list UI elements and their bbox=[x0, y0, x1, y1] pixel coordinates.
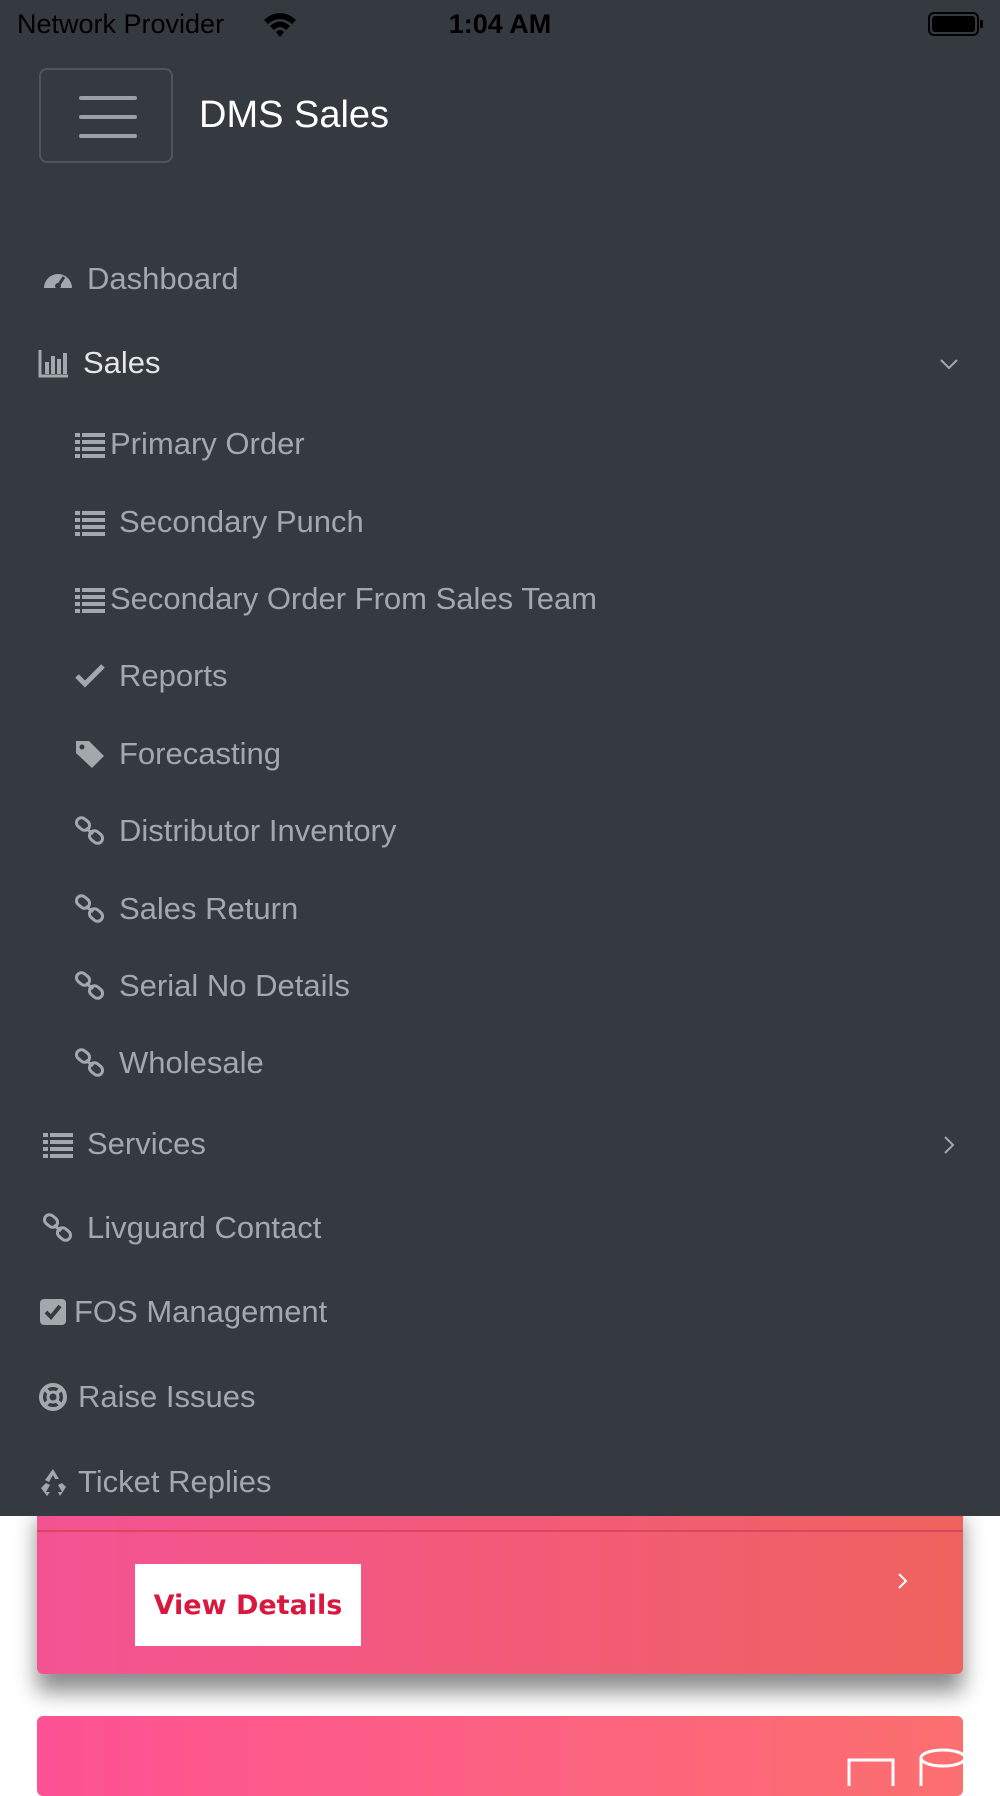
card-divider bbox=[37, 1530, 963, 1532]
nav-label: Reports bbox=[119, 658, 228, 693]
sub-item-sales-return[interactable]: Sales Return bbox=[0, 879, 1000, 939]
chevron-down-icon[interactable] bbox=[936, 351, 962, 377]
nav-label: Livguard Contact bbox=[87, 1210, 322, 1245]
nav-item-fos-management[interactable]: FOS Management bbox=[0, 1282, 1000, 1342]
checkbox-icon bbox=[40, 1299, 66, 1325]
nav-item-dashboard[interactable]: Dashboard bbox=[0, 249, 1000, 309]
sub-item-reports[interactable]: Reports bbox=[0, 646, 1000, 706]
nav-drawer: Network Provider 1:04 AM DMS Sales Dashb… bbox=[0, 0, 1000, 1516]
nav-label: FOS Management bbox=[74, 1294, 328, 1329]
nav-label: Serial No Details bbox=[119, 968, 350, 1003]
chevron-right-icon[interactable] bbox=[895, 1570, 911, 1592]
sub-item-primary-order[interactable]: Primary Order bbox=[0, 414, 1000, 474]
sub-item-wholesale[interactable]: Wholesale bbox=[0, 1033, 1000, 1093]
nav-label: Raise Issues bbox=[78, 1379, 256, 1414]
nav-label: Forecasting bbox=[119, 736, 281, 771]
sub-item-secondary-order-from-sales-team[interactable]: Secondary Order From Sales Team bbox=[0, 569, 1000, 629]
nav-label: Ticket Replies bbox=[78, 1464, 272, 1499]
nav-label: Wholesale bbox=[119, 1045, 264, 1080]
summary-card: View Details bbox=[37, 1500, 963, 1674]
nav-label: Sales bbox=[83, 345, 161, 380]
nav-label: Dashboard bbox=[87, 261, 239, 296]
sub-item-serial-no-details[interactable]: Serial No Details bbox=[0, 956, 1000, 1016]
link-icon bbox=[74, 894, 105, 923]
tag-icon bbox=[76, 741, 104, 768]
nav-item-ticket-replies[interactable]: Ticket Replies bbox=[0, 1452, 1000, 1512]
list-icon bbox=[75, 511, 105, 536]
list-icon bbox=[43, 1133, 73, 1158]
clock: 1:04 AM bbox=[448, 9, 552, 39]
battery-icon bbox=[928, 12, 983, 36]
nav-label: Primary Order bbox=[110, 426, 305, 461]
link-icon bbox=[74, 816, 105, 845]
list-icon bbox=[75, 433, 105, 458]
sub-item-distributor-inventory[interactable]: Distributor Inventory bbox=[0, 801, 1000, 861]
link-icon bbox=[74, 1048, 105, 1077]
dashboard-icon bbox=[44, 274, 72, 289]
bar-chart-icon bbox=[38, 350, 68, 378]
hamburger-line bbox=[79, 134, 137, 138]
recycle-icon bbox=[41, 1469, 66, 1496]
nav-label: Secondary Punch bbox=[119, 504, 364, 539]
view-details-button[interactable]: View Details bbox=[135, 1564, 361, 1646]
nav-item-sales[interactable]: Sales bbox=[0, 333, 1000, 393]
status-bar: Network Provider 1:04 AM bbox=[0, 0, 1000, 52]
nav-label: Secondary Order From Sales Team bbox=[110, 581, 598, 616]
summary-card-second bbox=[37, 1716, 967, 1796]
nav-label: Distributor Inventory bbox=[119, 813, 397, 848]
chevron-right-icon[interactable] bbox=[936, 1132, 962, 1158]
sub-item-secondary-punch[interactable]: Secondary Punch bbox=[0, 492, 1000, 552]
check-icon bbox=[75, 664, 105, 688]
hamburger-line bbox=[79, 115, 137, 119]
list-icon bbox=[75, 588, 105, 613]
nav-item-services[interactable]: Services bbox=[0, 1114, 1000, 1174]
menu-toggle-button[interactable] bbox=[39, 68, 173, 163]
link-icon bbox=[42, 1213, 73, 1242]
sub-item-forecasting[interactable]: Forecasting bbox=[0, 724, 1000, 784]
life-ring-icon bbox=[39, 1383, 67, 1411]
nav-item-raise-issues[interactable]: Raise Issues bbox=[0, 1367, 1000, 1427]
link-icon bbox=[74, 971, 105, 1000]
nav-label: Services bbox=[87, 1126, 206, 1161]
database-icon bbox=[847, 1748, 967, 1786]
nav-item-livguard-contact[interactable]: Livguard Contact bbox=[0, 1198, 1000, 1258]
app-brand: DMS Sales bbox=[199, 94, 390, 136]
nav-label: Sales Return bbox=[119, 891, 299, 926]
hamburger-icon bbox=[79, 96, 137, 100]
